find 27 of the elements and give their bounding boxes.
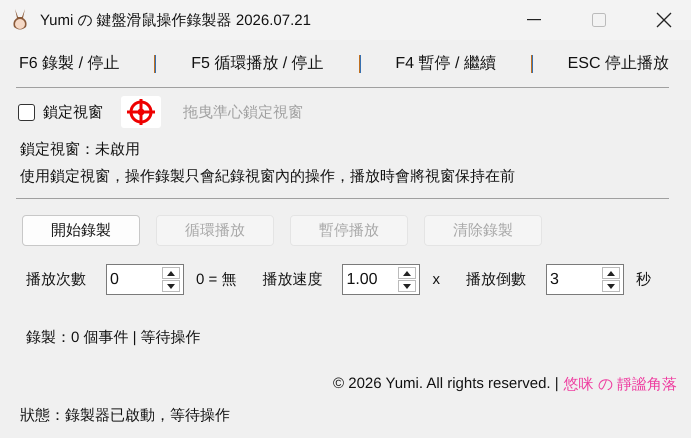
copyright-text: © 2026 Yumi. All rights reserved. | [333, 375, 559, 394]
setting-label: 播放次數 [26, 270, 86, 289]
action-button[interactable]: 開始錄製 [22, 215, 140, 246]
drag-hint: 拖曳準心鎖定視窗 [183, 102, 303, 122]
description: 使用鎖定視窗，操作錄製只會紀錄視窗內的操作，播放時會將視窗保持在前 [19, 167, 516, 187]
hotkey-label: F4 暫停 / 繼續 [395, 54, 496, 74]
hotkey-label: F5 循環播放 / 停止 [191, 54, 324, 74]
unit-label: x [432, 271, 440, 288]
spin-field[interactable]: 0 [106, 264, 184, 295]
crosshair-icon[interactable] [121, 96, 161, 128]
window-title: Yumi の 鍵盤滑鼠操作錄製器 2026.07.21 [40, 10, 312, 30]
lock-checkbox[interactable] [18, 104, 35, 120]
unit-label: 0 = 無 [196, 270, 236, 289]
setting-label: 播放速度 [262, 270, 322, 289]
lock-status: 鎖定視窗：未啟用 [19, 140, 141, 160]
minimize-icon [526, 19, 540, 21]
checkbox-label: 鎖定視窗 [43, 102, 103, 122]
setting-label: 播放倒數 [466, 270, 526, 289]
maximize-icon [592, 13, 606, 27]
record-status: 錄製：0 個事件 | 等待操作 [25, 328, 202, 347]
unit-label: 秒 [636, 270, 651, 289]
status-text: 狀態：錄製器已啟動，等待操作 [19, 406, 231, 425]
spin-field[interactable]: 1.00 [342, 264, 420, 295]
hotkey-label: F6 錄製 / 停止 [19, 54, 120, 74]
hotkey-label: ESC 停止播放 [568, 54, 669, 74]
spin-field[interactable]: 3 [546, 264, 624, 295]
close-icon [656, 12, 672, 28]
